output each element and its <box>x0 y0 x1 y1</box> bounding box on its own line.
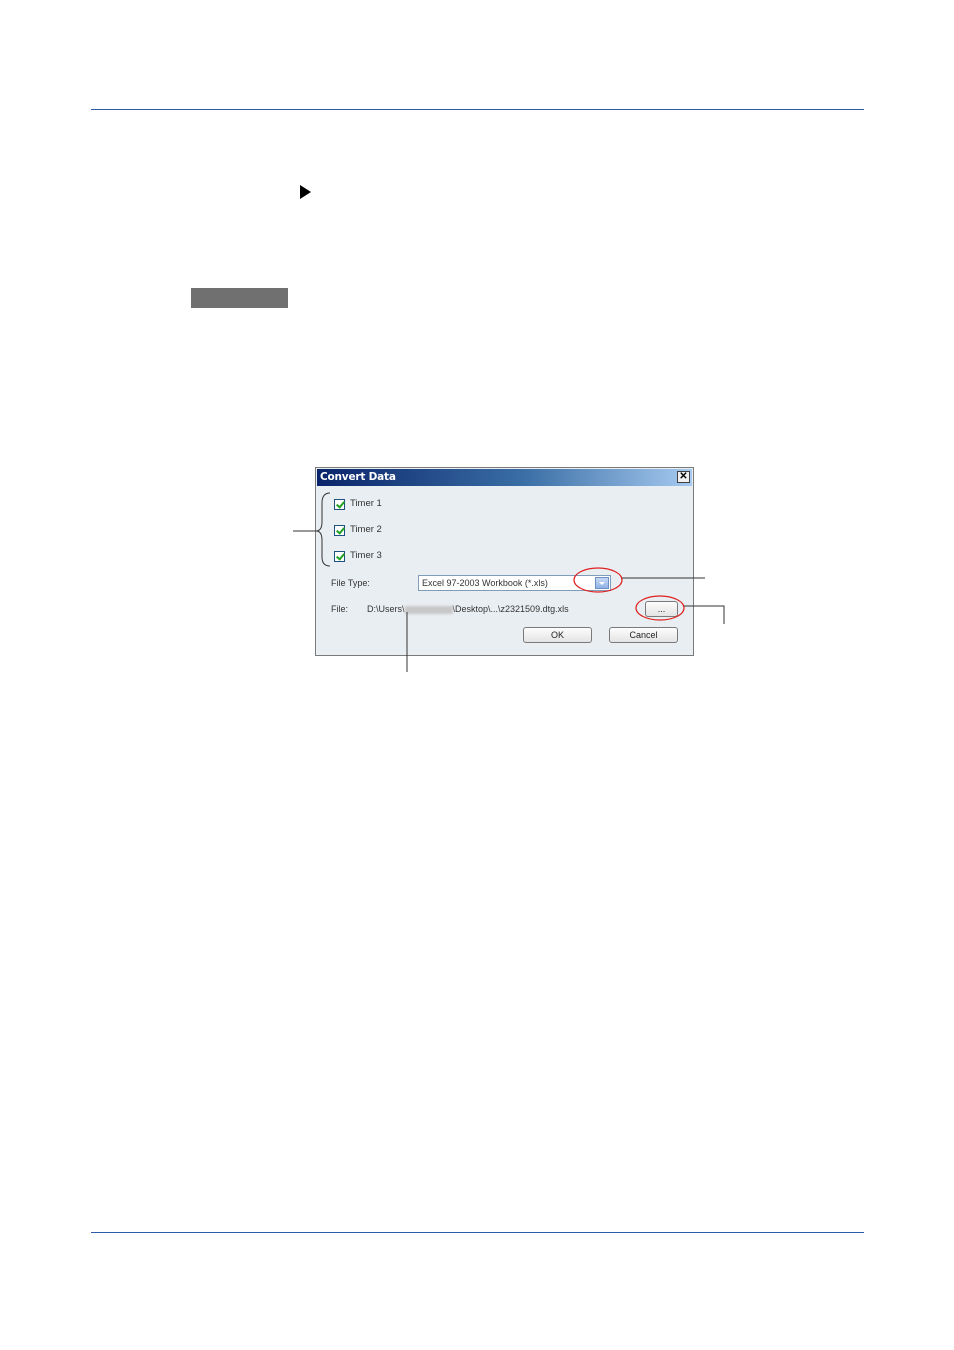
callout-annotations <box>293 492 725 672</box>
checkbox-group-bracket <box>316 492 331 567</box>
browse-callout-line <box>684 605 725 624</box>
browse-highlight-circle <box>635 595 685 621</box>
filetype-highlight-circle <box>573 567 623 593</box>
